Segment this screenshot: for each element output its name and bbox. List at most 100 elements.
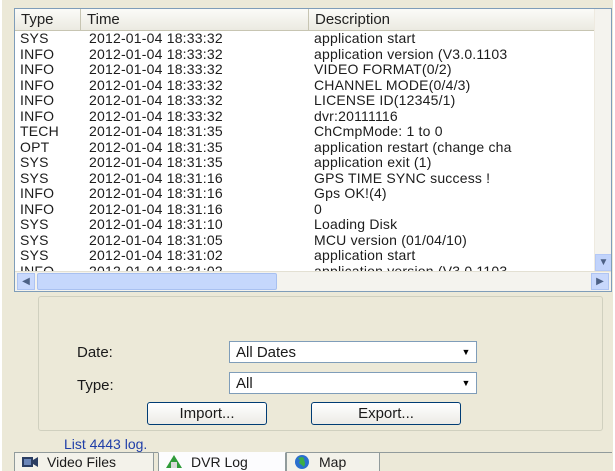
log-time-cell: 2012-01-04 18:31:05 xyxy=(89,232,223,248)
log-type-cell: INFO xyxy=(20,108,55,124)
log-description-cell: application start xyxy=(314,31,416,46)
dvr-log-panel: Type Time Description SYS 2012-01-04 18:3… xyxy=(2,0,613,471)
log-description-cell: CHANNEL MODE(0/4/3) xyxy=(314,77,471,93)
log-time-cell: 2012-01-04 18:31:10 xyxy=(89,217,223,232)
log-time-cell: 2012-01-04 18:31:16 xyxy=(89,201,223,217)
log-time-cell: 2012-01-04 18:31:16 xyxy=(89,186,223,201)
log-type-cell: SYS xyxy=(20,170,49,186)
table-row[interactable]: INFO 2012-01-04 18:33:32 application versi… xyxy=(15,47,595,63)
tab-video-files[interactable]: Video Files xyxy=(14,453,154,471)
log-time-cell: 2012-01-04 18:31:16 xyxy=(89,170,223,186)
table-row[interactable]: SYS 2012-01-04 18:33:32 application start xyxy=(15,31,595,47)
log-type-cell: SYS xyxy=(20,155,49,170)
log-type-cell: INFO xyxy=(20,62,55,77)
table-row[interactable]: INFO 2012-01-04 18:31:16 Gps OK!(4) xyxy=(15,186,595,202)
bottom-tab-bar: Video Files DVR Log Map xyxy=(14,452,612,471)
log-type-cell: SYS xyxy=(20,248,49,263)
log-count-status: List 4443 log. xyxy=(64,436,148,452)
table-row[interactable]: OPT 2012-01-04 18:31:35 application restar… xyxy=(15,140,595,156)
column-header-description[interactable]: Description xyxy=(309,9,595,31)
vertical-scrollbar[interactable]: ▼ xyxy=(594,9,611,271)
vertical-scroll-track[interactable] xyxy=(596,17,611,137)
type-select-value: All xyxy=(236,375,253,392)
table-row[interactable]: INFO 2012-01-04 18:33:32 CHANNEL MODE(0/4/… xyxy=(15,78,595,94)
log-time-cell: 2012-01-04 18:31:35 xyxy=(89,124,223,139)
log-type-cell: INFO xyxy=(20,186,55,201)
column-header-type[interactable]: Type xyxy=(15,9,81,31)
log-time-cell: 2012-01-04 18:33:32 xyxy=(89,108,223,124)
globe-icon xyxy=(295,455,309,469)
type-select[interactable]: All ▼ xyxy=(229,372,477,394)
scroll-right-arrow-icon[interactable]: ▶ xyxy=(591,273,609,290)
video-files-icon xyxy=(22,457,38,467)
table-row[interactable]: SYS 2012-01-04 18:31:35 application exit (… xyxy=(15,155,595,171)
log-description-cell: application version (V3.0.1103 xyxy=(309,264,595,272)
date-select-value: All Dates xyxy=(236,344,297,361)
log-type-cell: INFO xyxy=(20,46,55,62)
table-row[interactable]: INFO 2012-01-04 18:33:32 VIDEO FORMAT(0/2) xyxy=(15,62,595,78)
log-time-cell: 2012-01-04 18:33:32 xyxy=(89,31,223,46)
log-type-cell: INFO xyxy=(20,77,55,93)
table-row[interactable]: INFO 2012-01-04 18:31:16 0 xyxy=(15,202,595,218)
tab-map[interactable]: Map xyxy=(286,453,380,471)
log-description-cell: VIDEO FORMAT(0/2) xyxy=(314,62,452,77)
log-description-cell: application start xyxy=(314,248,416,263)
log-type-cell: INFO xyxy=(20,93,55,108)
table-row[interactable]: SYS 2012-01-04 18:31:02 application start xyxy=(15,248,595,264)
log-type-cell: OPT xyxy=(20,139,50,155)
log-time-cell: 2012-01-04 18:33:32 xyxy=(89,77,223,93)
log-time-cell: 2012-01-04 18:31:35 xyxy=(89,155,223,170)
log-description-cell: LICENSE ID(12345/1) xyxy=(314,93,456,108)
filter-group: Date: All Dates ▼ Type: All ▼ Import... … xyxy=(38,296,603,431)
log-time-cell: 2012-01-04 18:33:32 xyxy=(89,93,223,108)
log-description-cell: application exit (1) xyxy=(314,155,432,170)
export-button[interactable]: Export... xyxy=(311,402,461,425)
chevron-down-icon[interactable]: ▼ xyxy=(458,345,474,359)
log-list-header: Type Time Description xyxy=(15,9,595,31)
tab-video-files-label: Video Files xyxy=(47,454,117,470)
log-description-cell: application version (V3.0.1103 xyxy=(314,46,508,62)
type-label: Type: xyxy=(77,377,114,394)
log-description-cell: dvr:20111116 xyxy=(314,108,398,124)
log-description-cell: MCU version (01/04/10) xyxy=(314,232,468,248)
log-description-cell: 0 xyxy=(314,201,322,217)
table-row[interactable]: SYS 2012-01-04 18:31:10 Loading Disk xyxy=(15,217,595,233)
horizontal-scroll-thumb[interactable] xyxy=(37,273,277,290)
import-button[interactable]: Import... xyxy=(147,402,267,425)
table-row[interactable]: TECH 2012-01-04 18:31:35 ChCmpMode: 1 to 0 xyxy=(15,124,595,140)
log-time-cell: 2012-01-04 18:31:02 xyxy=(81,264,309,272)
log-time-cell: 2012-01-04 18:33:32 xyxy=(89,46,223,62)
scroll-left-arrow-icon[interactable]: ◀ xyxy=(17,273,35,290)
scroll-down-arrow-icon[interactable]: ▼ xyxy=(595,254,611,271)
horizontal-scrollbar[interactable]: ◀ ▶ xyxy=(15,271,611,291)
date-label: Date: xyxy=(77,344,113,361)
log-type-cell: TECH xyxy=(20,124,59,139)
log-description-cell: GPS TIME SYNC success ! xyxy=(314,170,491,186)
log-type-cell: SYS xyxy=(20,232,49,248)
chevron-down-icon[interactable]: ▼ xyxy=(458,376,474,390)
log-type-cell: SYS xyxy=(20,31,49,46)
table-row[interactable]: SYS 2012-01-04 18:31:16 GPS TIME SYNC succ… xyxy=(15,171,595,187)
column-header-time[interactable]: Time xyxy=(81,9,309,31)
log-type-cell: INFO xyxy=(15,264,81,272)
table-row[interactable]: INFO2012-01-04 18:31:02application versi… xyxy=(15,264,595,272)
tab-dvr-log[interactable]: DVR Log xyxy=(158,452,286,471)
table-row[interactable]: INFO 2012-01-04 18:33:32 dvr:20111116 xyxy=(15,109,595,125)
log-time-cell: 2012-01-04 18:31:02 xyxy=(89,248,223,263)
table-row[interactable]: INFO 2012-01-04 18:33:32 LICENSE ID(12345/… xyxy=(15,93,595,109)
log-rows: SYS 2012-01-04 18:33:32 application start I… xyxy=(15,31,595,271)
tab-dvr-log-label: DVR Log xyxy=(191,454,248,470)
table-row[interactable]: SYS 2012-01-04 18:31:05 MCU version (01/04… xyxy=(15,233,595,249)
log-description-cell: application restart (change cha xyxy=(314,139,512,155)
log-time-cell: 2012-01-04 18:33:32 xyxy=(89,62,223,77)
log-description-cell: Gps OK!(4) xyxy=(314,186,387,201)
log-description-cell: Loading Disk xyxy=(314,217,398,232)
dvr-log-icon xyxy=(166,455,182,468)
tab-map-label: Map xyxy=(319,454,347,470)
log-type-cell: INFO xyxy=(20,201,55,217)
log-list[interactable]: Type Time Description SYS 2012-01-04 18:3… xyxy=(14,8,612,292)
log-description-cell: ChCmpMode: 1 to 0 xyxy=(314,124,443,139)
log-type-cell: SYS xyxy=(20,217,49,232)
log-time-cell: 2012-01-04 18:31:35 xyxy=(89,139,223,155)
date-select[interactable]: All Dates ▼ xyxy=(229,341,477,363)
